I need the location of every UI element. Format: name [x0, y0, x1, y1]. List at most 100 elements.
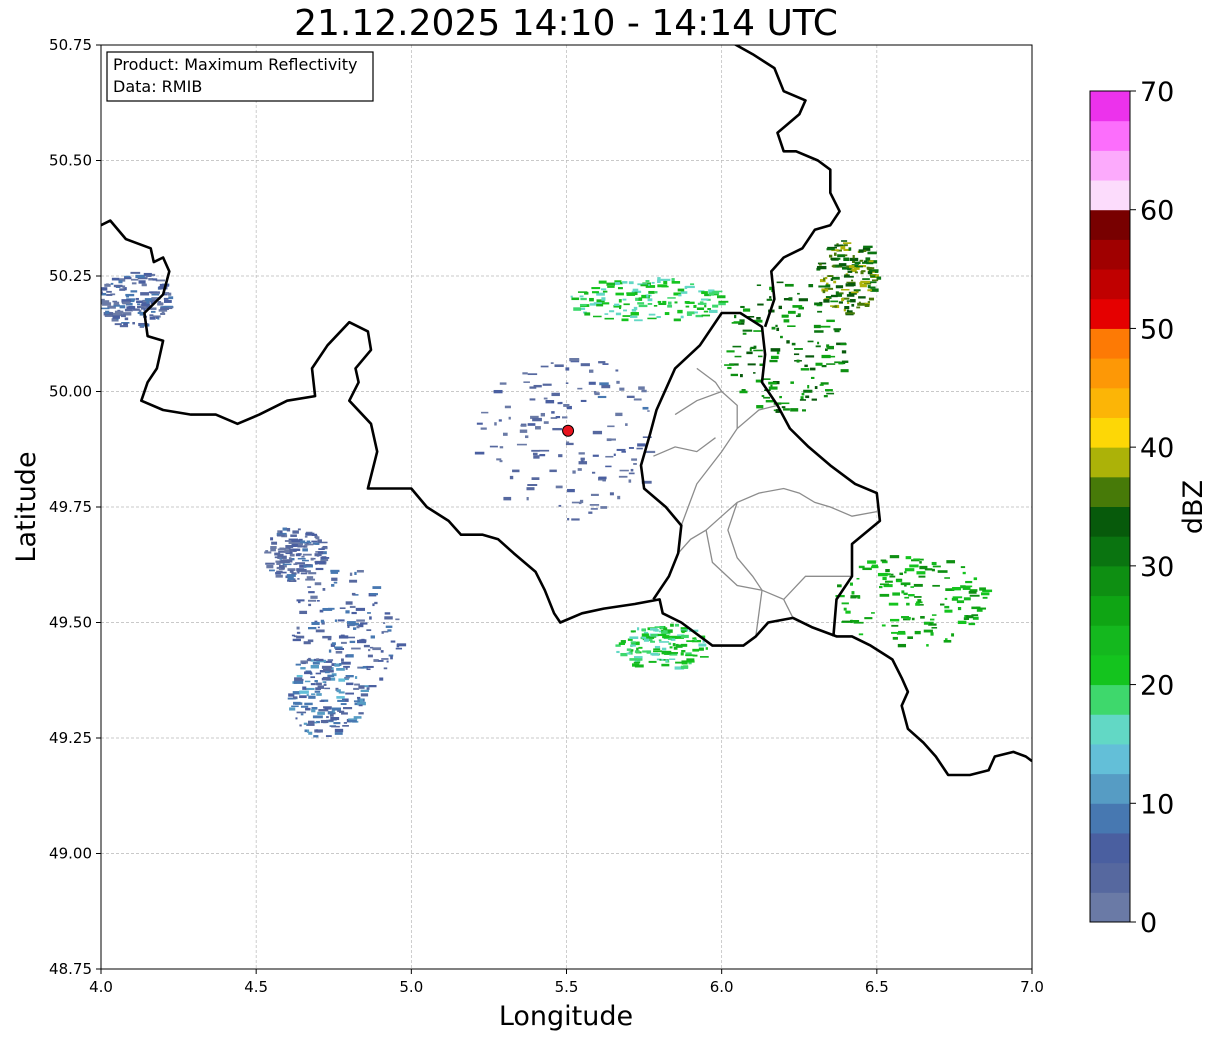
echo-cell — [358, 685, 365, 689]
echo-cell — [653, 650, 662, 653]
echo-cell — [790, 381, 794, 384]
echo-cell — [633, 306, 638, 310]
echo-cell — [781, 406, 786, 409]
echo-cell — [645, 450, 656, 454]
echo-cell — [622, 281, 628, 284]
echo-cell — [347, 636, 355, 639]
echo-cell — [314, 561, 318, 565]
echo-cell — [817, 341, 820, 345]
echo-cell — [311, 621, 320, 625]
echo-cell — [126, 306, 136, 310]
echo-cell — [296, 711, 307, 714]
echo-cell — [757, 303, 764, 306]
echo-cell — [634, 656, 643, 659]
echo-cell — [322, 681, 325, 683]
echo-cell — [681, 650, 686, 653]
echo-cell — [657, 300, 662, 304]
echo-cell — [292, 696, 298, 699]
echo-cell — [870, 267, 875, 270]
echo-cell — [111, 277, 120, 281]
x-tick-label: 5.5 — [555, 978, 579, 996]
echo-cell — [913, 583, 923, 587]
echo-cell — [308, 591, 315, 594]
echo-cell — [753, 330, 762, 332]
echo-cell — [337, 699, 345, 702]
echo-cell — [753, 372, 756, 374]
echo-cell — [390, 655, 393, 660]
colorbar-swatch — [1090, 180, 1130, 211]
echo-cell — [374, 601, 378, 605]
echo-cell — [979, 587, 986, 591]
echo-cell — [527, 373, 538, 376]
echo-cell — [340, 703, 347, 706]
echo-cell — [730, 373, 739, 377]
echo-cell — [866, 262, 874, 265]
echo-cell — [113, 301, 120, 306]
echo-cell — [668, 652, 679, 654]
echo-cell — [962, 571, 966, 575]
echo-cell — [848, 247, 852, 251]
echo-cell — [637, 443, 646, 447]
colorbar-swatch — [1090, 328, 1130, 359]
echo-cell — [811, 398, 817, 401]
echo-cell — [605, 465, 612, 468]
colorbar-swatch — [1090, 150, 1130, 181]
echo-cell — [106, 293, 113, 296]
echo-cell — [906, 602, 910, 606]
echo-cell — [277, 534, 285, 537]
echo-cell — [916, 571, 926, 575]
echo-cell — [319, 541, 328, 544]
echo-cell — [684, 286, 688, 290]
echo-cell — [926, 644, 929, 647]
echo-cell — [320, 719, 329, 724]
echo-cell — [600, 288, 607, 291]
echo-cell — [358, 704, 363, 707]
echo-cell — [833, 280, 837, 284]
echo-cell — [395, 618, 400, 621]
echo-cell — [968, 590, 977, 594]
echo-cell — [841, 240, 848, 242]
echo-cell — [265, 562, 275, 565]
echo-cell — [269, 569, 275, 572]
y-tick-label: 49.25 — [49, 729, 92, 747]
echo-cell — [890, 573, 894, 576]
echo-cell — [889, 575, 896, 578]
echo-cell — [124, 277, 132, 280]
echo-cell — [733, 321, 742, 324]
echo-cell — [833, 252, 837, 256]
echo-cell — [299, 610, 308, 615]
echo-cell — [533, 384, 542, 388]
echo-cell — [860, 270, 864, 275]
echo-cell — [311, 693, 316, 695]
echo-cell — [384, 616, 393, 620]
echo-cell — [296, 568, 307, 572]
echo-cell — [756, 405, 764, 409]
echo-cell — [476, 422, 483, 425]
echo-cell — [862, 567, 872, 571]
echo-cell — [381, 658, 389, 660]
x-tick-label: 4.5 — [244, 978, 268, 996]
colorbar-swatch — [1090, 803, 1130, 834]
echo-cell — [168, 296, 174, 300]
radar-site-marker — [562, 424, 575, 437]
echo-cell — [369, 616, 372, 620]
echo-cell — [496, 458, 502, 461]
echo-cell — [972, 616, 979, 620]
x-tick-label: 5.0 — [399, 978, 423, 996]
echo-cell — [354, 676, 358, 679]
echo-cell — [701, 314, 711, 317]
echo-cell — [854, 271, 858, 274]
echo-cell — [124, 308, 133, 312]
echo-cell — [755, 379, 762, 383]
echo-cell — [527, 484, 538, 487]
echo-cell — [727, 366, 732, 370]
echo-cell — [565, 382, 569, 385]
echo-cell — [647, 302, 653, 305]
echo-cell — [297, 571, 300, 574]
colorbar-label: dBZ — [1178, 480, 1209, 534]
echo-cell — [876, 276, 882, 280]
echo-cell — [589, 297, 594, 302]
echo-cell — [562, 416, 568, 419]
echo-cell — [657, 277, 661, 281]
echo-cell — [164, 299, 172, 303]
